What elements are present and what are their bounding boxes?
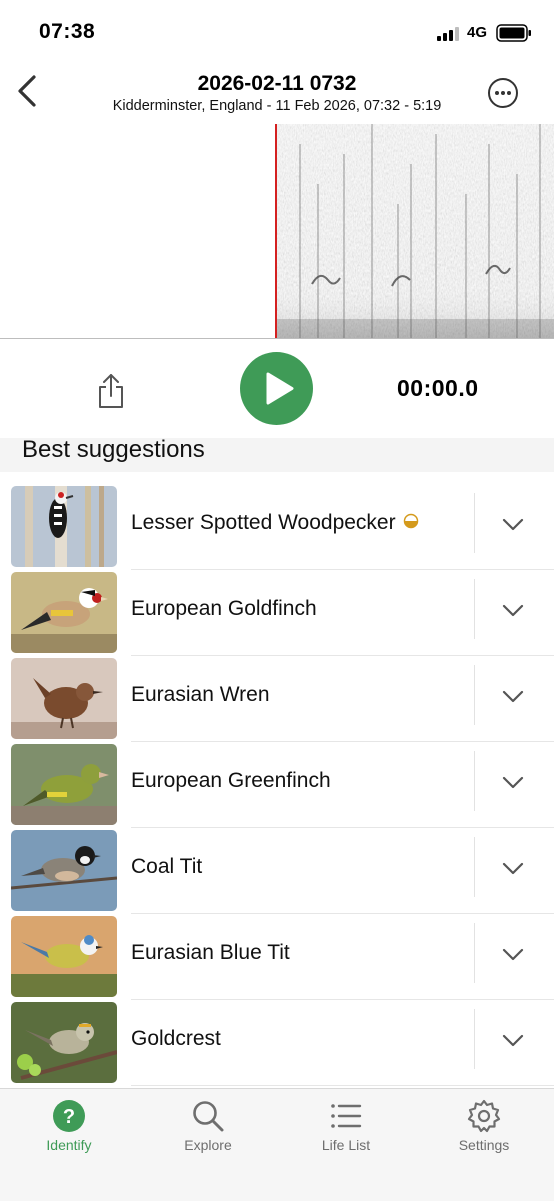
- species-name: Eurasian Wren: [131, 683, 270, 706]
- bird-photo: [11, 572, 117, 653]
- species-name: European Greenfinch: [131, 769, 331, 792]
- chevron-down-icon[interactable]: [500, 1029, 526, 1051]
- bird-photo: [11, 486, 117, 567]
- share-icon[interactable]: [95, 372, 127, 410]
- tab-identify[interactable]: ? Identify: [0, 1089, 138, 1169]
- tab-bar: ? Identify Explore Life List Settings: [0, 1088, 554, 1201]
- list-item[interactable]: Coal Tit: [0, 829, 554, 915]
- recording-header: 2026-02-11 0732 Kidderminster, England -…: [0, 62, 554, 124]
- bird-photo: [11, 916, 117, 997]
- status-bar: 07:38 4G: [0, 0, 554, 62]
- player-controls: 00:00.0: [0, 339, 554, 439]
- species-name: Eurasian Blue Tit: [131, 941, 290, 964]
- chevron-down-icon[interactable]: [500, 857, 526, 879]
- tab-label: Settings: [458, 1137, 510, 1153]
- tab-explore[interactable]: Explore: [139, 1089, 277, 1169]
- question-icon: ?: [53, 1100, 85, 1132]
- list-item[interactable]: Lesser Spotted Woodpecker: [0, 485, 554, 571]
- tab-label: Explore: [184, 1137, 232, 1153]
- play-button[interactable]: [240, 352, 313, 425]
- tab-life-list[interactable]: Life List: [277, 1089, 415, 1169]
- tab-label: Identify: [46, 1137, 92, 1153]
- half-confidence-icon: [403, 514, 418, 529]
- status-time: 07:38: [39, 20, 96, 43]
- chevron-down-icon[interactable]: [500, 943, 526, 965]
- svg-text:?: ?: [63, 1106, 75, 1128]
- recording-title: 2026-02-11 0732: [197, 72, 357, 95]
- tab-label: Life List: [321, 1137, 371, 1153]
- chevron-down-icon[interactable]: [500, 513, 526, 535]
- signal-icon: [437, 27, 459, 41]
- bird-photo: [11, 1002, 117, 1083]
- species-name: European Goldfinch: [131, 597, 317, 620]
- species-name: Lesser Spotted Woodpecker: [131, 511, 419, 535]
- recording-subtitle: Kidderminster, England - 11 Feb 2026, 07…: [112, 98, 442, 114]
- network-type: 4G: [467, 24, 488, 41]
- play-icon: [266, 372, 294, 405]
- list-item[interactable]: Eurasian Blue Tit: [0, 915, 554, 1001]
- list-icon: [331, 1104, 362, 1128]
- chevron-down-icon[interactable]: [500, 771, 526, 793]
- bird-photo: [11, 744, 117, 825]
- section-title: Best suggestions: [22, 436, 205, 463]
- list-item[interactable]: European Goldfinch: [0, 571, 554, 657]
- chevron-down-icon[interactable]: [500, 685, 526, 707]
- list-item[interactable]: Goldcrest: [0, 1001, 554, 1087]
- gear-icon: [467, 1099, 501, 1133]
- search-icon: [193, 1101, 224, 1132]
- spectrogram[interactable]: [0, 124, 554, 339]
- species-name: Goldcrest: [131, 1027, 221, 1050]
- bird-photo: [11, 658, 117, 739]
- more-options-icon[interactable]: [487, 77, 519, 109]
- list-item[interactable]: European Greenfinch: [0, 743, 554, 829]
- battery-icon: [496, 24, 531, 42]
- tab-settings[interactable]: Settings: [415, 1089, 553, 1169]
- chevron-down-icon[interactable]: [500, 599, 526, 621]
- list-item[interactable]: Eurasian Wren: [0, 657, 554, 743]
- species-name: Coal Tit: [131, 855, 203, 878]
- playback-time: 00:00.0: [397, 375, 479, 401]
- bird-photo: [11, 830, 117, 911]
- section-header: Best suggestions: [0, 436, 554, 472]
